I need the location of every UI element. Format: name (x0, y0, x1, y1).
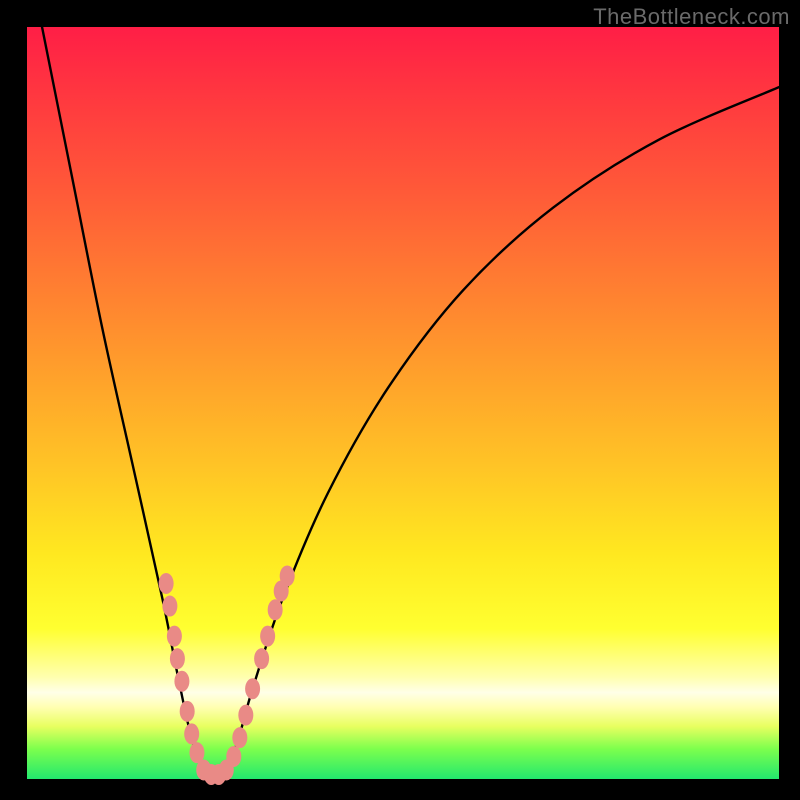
marker-dot (174, 671, 189, 692)
marker-dot (268, 599, 283, 620)
marker-dot (184, 723, 199, 744)
watermark-text: TheBottleneck.com (593, 4, 790, 30)
marker-dot (180, 701, 195, 722)
marker-dot (170, 648, 185, 669)
marker-dot (245, 678, 260, 699)
marker-dot (254, 648, 269, 669)
marker-dot (167, 626, 182, 647)
chart-svg (27, 27, 779, 779)
marker-dot (226, 746, 241, 767)
marker-dot (280, 565, 295, 586)
marker-dot (159, 573, 174, 594)
marker-dot (238, 705, 253, 726)
marker-dot (232, 727, 247, 748)
marker-group (159, 565, 295, 785)
marker-dot (162, 596, 177, 617)
marker-dot (260, 626, 275, 647)
chart-frame: TheBottleneck.com (0, 0, 800, 800)
bottleneck-curve (42, 27, 779, 784)
